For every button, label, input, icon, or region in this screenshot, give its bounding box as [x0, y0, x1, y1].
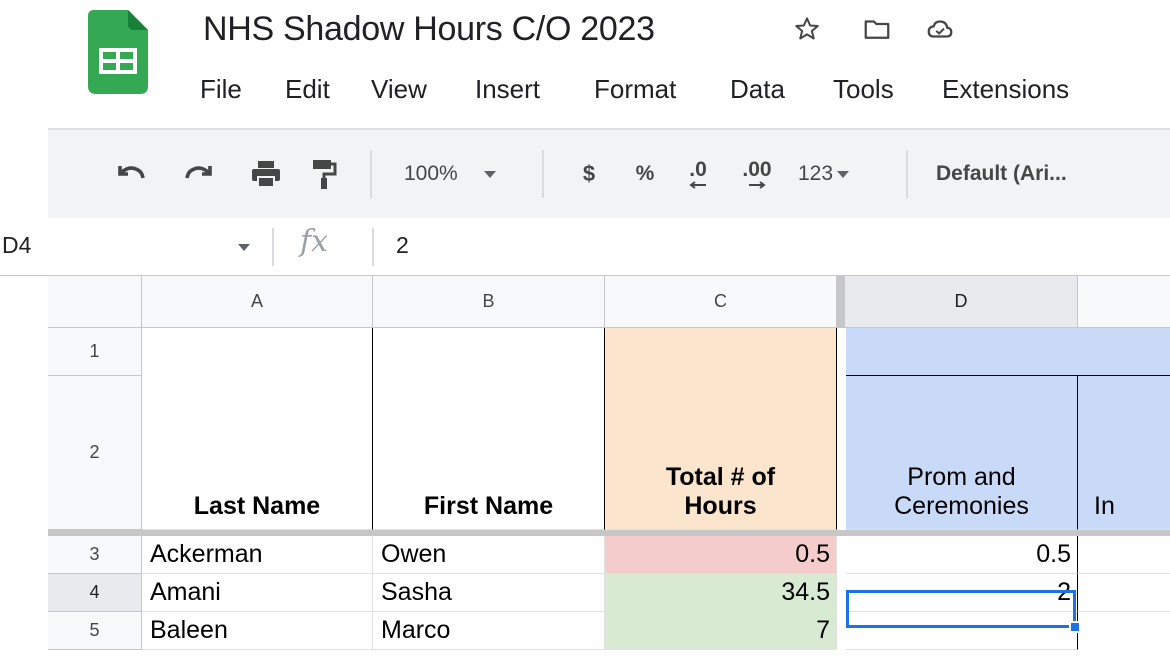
redo-icon	[185, 166, 212, 179]
increase-decimal-button[interactable]: .00	[734, 156, 780, 192]
formula-divider	[272, 228, 274, 266]
menu-format[interactable]: Format	[594, 74, 676, 105]
menu-insert[interactable]: Insert	[475, 74, 540, 105]
menu-file[interactable]: File	[200, 74, 242, 105]
redo-button[interactable]	[182, 156, 218, 192]
decrease-decimal-button[interactable]: .0	[678, 156, 718, 192]
arrow-left-icon	[689, 181, 706, 189]
row-header-4[interactable]: 4	[48, 574, 142, 612]
cell-c5[interactable]: 7	[605, 612, 837, 650]
name-box[interactable]: D4	[2, 232, 31, 259]
number-format-select[interactable]: 123	[798, 156, 878, 192]
paint-format-button[interactable]	[306, 156, 342, 192]
header-cell-prom-ceremonies[interactable]: Prom and Ceremonies	[846, 376, 1078, 530]
header-cell-total-hours[interactable]: Total # of Hours	[605, 328, 837, 530]
zoom-select[interactable]: 100%	[404, 156, 514, 192]
cell-a5[interactable]: Baleen	[142, 612, 373, 650]
formula-bar: D4 fx 2	[0, 218, 1170, 276]
row-header-3[interactable]: 3	[48, 536, 142, 574]
fill-handle[interactable]	[1069, 621, 1081, 633]
formula-input[interactable]: 2	[396, 232, 409, 259]
active-cell-selection	[846, 590, 1076, 628]
column-header-d[interactable]: D	[837, 276, 1078, 328]
cell-a4[interactable]: Amani	[142, 574, 373, 612]
print-icon	[252, 161, 280, 188]
column-header-a[interactable]: A	[142, 276, 373, 328]
header-cell-last-name[interactable]: Last Name	[142, 328, 373, 530]
chevron-down-icon[interactable]	[238, 244, 250, 251]
header-cell-first-name[interactable]: First Name	[373, 328, 605, 530]
column-header-b[interactable]: B	[373, 276, 605, 328]
function-icon: fx	[300, 224, 329, 259]
zoom-value: 100%	[404, 162, 458, 185]
toolbar-separator	[542, 150, 544, 198]
toolbar-separator	[370, 150, 372, 198]
row-header-1[interactable]: 1	[48, 328, 142, 376]
document-title[interactable]: NHS Shadow Hours C/O 2023	[203, 10, 655, 49]
cell-a3[interactable]: Ackerman	[142, 536, 373, 574]
star-icon[interactable]	[792, 14, 822, 44]
chevron-down-icon	[837, 170, 850, 178]
toolbar: 100% $ % .0 .00 123 Default (Ari...	[48, 130, 1170, 218]
cell-e3[interactable]	[1078, 536, 1170, 574]
cell-b5[interactable]: Marco	[373, 612, 605, 650]
chevron-down-icon	[483, 170, 496, 178]
paint-format-icon	[313, 160, 337, 189]
menu-extensions[interactable]: Extensions	[942, 74, 1069, 105]
font-family-select[interactable]: Default (Ari...	[936, 156, 1136, 192]
row-header-2[interactable]: 2	[48, 376, 142, 530]
menu-tools[interactable]: Tools	[833, 74, 894, 105]
column-header-c[interactable]: C	[605, 276, 837, 328]
cell-c4[interactable]: 34.5	[605, 574, 837, 612]
menu-data[interactable]: Data	[730, 74, 785, 105]
percent-format-button[interactable]: %	[630, 156, 660, 192]
cell-d3[interactable]: 0.5	[846, 536, 1078, 574]
row-header-5[interactable]: 5	[48, 612, 142, 650]
category-band[interactable]	[846, 328, 1170, 376]
menu-view[interactable]: View	[371, 74, 427, 105]
currency-format-button[interactable]: $	[574, 156, 604, 192]
toolbar-separator	[906, 150, 908, 198]
print-button[interactable]	[248, 156, 284, 192]
formula-divider	[372, 228, 374, 266]
undo-icon	[118, 166, 145, 179]
spreadsheet-grid: A B C D 1 2 3 4 5 Last Name First Name T…	[0, 276, 1170, 656]
cell-c3[interactable]: 0.5	[605, 536, 837, 574]
column-header-e[interactable]	[1078, 276, 1170, 328]
cell-b3[interactable]: Owen	[373, 536, 605, 574]
menu-edit[interactable]: Edit	[285, 74, 330, 105]
select-all-corner[interactable]	[48, 276, 142, 328]
app-header: NHS Shadow Hours C/O 2023 File Edit View…	[0, 0, 1170, 128]
cell-e4[interactable]	[1078, 574, 1170, 612]
sheets-logo-icon[interactable]	[88, 10, 148, 94]
font-family-value: Default (Ari...	[936, 162, 1067, 185]
undo-button[interactable]	[112, 156, 148, 192]
folder-icon[interactable]	[862, 14, 892, 44]
cloud-icon[interactable]	[925, 14, 955, 44]
arrow-right-icon	[749, 181, 766, 189]
cell-b4[interactable]: Sasha	[373, 574, 605, 612]
header-cell-partial[interactable]: In	[1078, 376, 1170, 530]
